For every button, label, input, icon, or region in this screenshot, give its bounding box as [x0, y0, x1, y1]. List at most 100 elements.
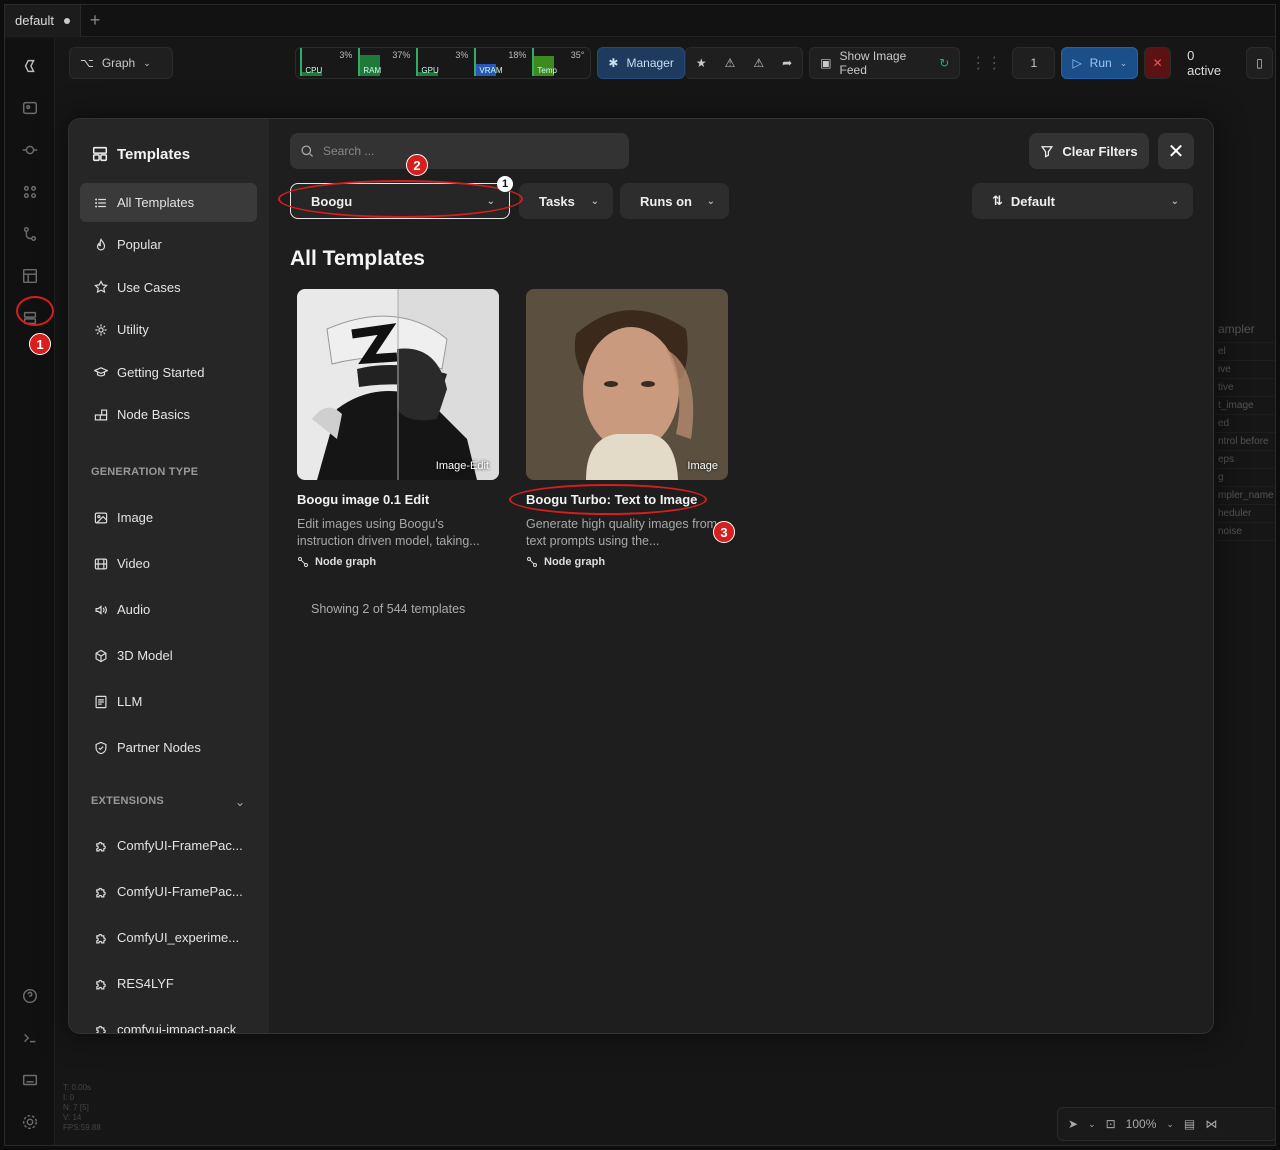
drag-handle-icon[interactable]: ⋮⋮ — [970, 53, 1002, 73]
image-feed-icon: ▣ — [820, 56, 832, 70]
new-tab-button[interactable]: + — [81, 5, 109, 37]
zoom-level[interactable]: 100% — [1126, 1117, 1157, 1131]
manager-label: Manager — [626, 56, 674, 70]
nav-item-audio[interactable]: Audio — [80, 590, 257, 629]
monitor-vram: 18% VRAM — [474, 48, 528, 76]
node-widget-label: heduler — [1210, 505, 1275, 523]
template-card[interactable]: Image-Edit Boogu image 0.1 Edit Edit ima… — [297, 289, 499, 568]
templates-modal: Templates All Templates Popular Use Cases U… — [68, 118, 1214, 1034]
extension-item[interactable]: RES4LYF — [80, 964, 257, 1003]
share-icon[interactable]: ➦ — [782, 56, 792, 70]
nav-label: LLM — [117, 694, 143, 709]
star-icon[interactable]: ★ — [696, 56, 707, 70]
link-visibility-icon[interactable]: ⋈ — [1205, 1117, 1217, 1131]
nav-item-getting-started[interactable]: Getting Started — [80, 353, 257, 392]
fit-view-icon[interactable]: ⊡ — [1106, 1117, 1116, 1131]
sort-select[interactable]: ⇅ Default ⌄ — [972, 183, 1193, 219]
category-badge: Image-Edit — [435, 460, 489, 472]
templates-sidebar: Templates All Templates Popular Use Cases U… — [69, 119, 269, 1033]
nav-item-3d-model[interactable]: 3D Model — [80, 636, 257, 675]
nav-item-llm[interactable]: LLM — [80, 682, 257, 721]
cancel-run-button[interactable]: ✕ — [1144, 47, 1172, 79]
nav-item-video[interactable]: Video — [80, 544, 257, 583]
monitor-percent: 3% — [339, 50, 353, 60]
puzzle-icon — [96, 1025, 106, 1033]
runs-on-filter-select[interactable]: Runs on ⌄ — [620, 183, 729, 219]
terminal-icon[interactable] — [5, 1023, 55, 1053]
templates-main: Search ... Clear Filters ✕ Boogu ⌄ Tasks… — [269, 119, 1213, 1033]
annotation-ellipse — [16, 296, 54, 326]
node-widget-label: t_image — [1210, 397, 1275, 415]
keyboard-icon[interactable] — [5, 1065, 55, 1095]
template-thumbnail[interactable]: Image — [526, 289, 728, 480]
settings-icon[interactable] — [5, 1107, 55, 1137]
filter-off-icon — [1041, 146, 1054, 158]
panel-toggle-icon[interactable]: ▯ — [1246, 47, 1273, 79]
models-icon[interactable] — [5, 135, 55, 165]
run-button[interactable]: ▷ Run ⌄ — [1061, 47, 1139, 79]
nodes-icon[interactable] — [5, 177, 55, 207]
chevron-down-icon[interactable]: ⌄ — [1166, 1119, 1174, 1130]
nav-item-popular[interactable]: Popular — [80, 225, 257, 264]
triangle-alt-icon[interactable]: ⚠ — [753, 56, 764, 70]
nav-label: All Templates — [117, 195, 195, 210]
chevron-down-icon[interactable]: ⌄ — [235, 795, 245, 809]
clear-filters-button[interactable]: Clear Filters — [1029, 133, 1149, 169]
extension-item[interactable]: comfyui-impact-pack — [80, 1010, 257, 1034]
pointer-icon[interactable]: ➤ — [1068, 1117, 1078, 1131]
workflows-icon[interactable] — [5, 219, 55, 249]
template-type-label: Node graph — [544, 556, 606, 568]
minimap-icon[interactable]: ▤ — [1184, 1117, 1195, 1131]
search-input[interactable]: Search ... — [290, 133, 629, 169]
layout-icon[interactable] — [5, 261, 55, 291]
monitor-percent: 37% — [392, 50, 411, 60]
annotation-marker: 3 — [713, 521, 735, 543]
tasks-filter-select[interactable]: Tasks ⌄ — [519, 183, 613, 219]
chevron-down-icon[interactable]: ⌄ — [1088, 1119, 1096, 1130]
node-graph-icon — [298, 557, 308, 567]
gear-icon — [95, 324, 107, 336]
extension-item[interactable]: ComfyUI-FramePac... — [80, 826, 257, 865]
images-icon[interactable] — [5, 93, 55, 123]
graph-selector[interactable]: ⌥ Graph ⌄ — [69, 47, 174, 79]
node-widget-label: ntrol before — [1210, 433, 1275, 451]
sort-value: Default — [1010, 193, 1055, 209]
tab-bar: default + — [5, 5, 1275, 37]
nav-item-utility[interactable]: Utility — [80, 310, 257, 349]
puzzle-icon — [96, 933, 106, 943]
templates-icon — [92, 146, 108, 162]
image-feed-button[interactable]: ▣ Show Image Feed ↻ — [809, 47, 961, 79]
extension-item[interactable]: ComfyUI-FramePac... — [80, 872, 257, 911]
help-icon[interactable] — [5, 981, 55, 1011]
node-widget-label: mpler_name — [1210, 487, 1275, 505]
nav-item-node-basics[interactable]: Node Basics — [80, 395, 257, 434]
generation-type-heading: GENERATION TYPE — [91, 466, 199, 478]
workflow-tab[interactable]: default — [5, 5, 82, 37]
nav-item-partner-nodes[interactable]: Partner Nodes — [80, 728, 257, 767]
template-thumbnail[interactable]: Image-Edit — [297, 289, 499, 480]
nav-item-all-templates[interactable]: All Templates — [80, 183, 257, 222]
stat-line: V: 14 — [63, 1113, 82, 1122]
queue-count-stepper[interactable]: 1 — [1012, 47, 1056, 79]
extension-item[interactable]: ComfyUI_experime... — [80, 918, 257, 957]
nav-label: RES4LYF — [117, 976, 174, 991]
clear-filters-label: Clear Filters — [1062, 143, 1138, 159]
triangle-icon[interactable]: ⚠ — [725, 56, 736, 70]
template-title[interactable]: Boogu image 0.1 Edit — [297, 492, 499, 507]
chevron-down-icon: ⌄ — [1170, 195, 1179, 207]
monitor-ram: 37% RAM — [358, 48, 412, 76]
close-icon[interactable]: ✕ — [1158, 133, 1194, 169]
template-description: Generate high quality images from text p… — [526, 517, 718, 548]
logo-icon[interactable] — [5, 51, 55, 81]
monitor-percent: 35° — [570, 50, 585, 60]
document-icon — [95, 695, 107, 708]
nav-item-use-cases[interactable]: Use Cases — [80, 268, 257, 307]
manager-button[interactable]: ✱ Manager — [597, 47, 685, 79]
nav-item-image[interactable]: Image — [80, 498, 257, 537]
extensions-heading: EXTENSIONS — [91, 795, 164, 807]
refresh-icon: ↻ — [939, 56, 950, 70]
nav-label: comfyui-impact-pack — [117, 1022, 237, 1034]
template-card[interactable]: Image Boogu Turbo: Text to Image Generat… — [526, 289, 728, 568]
annotation-ellipse — [278, 180, 523, 218]
node-widget-label: eps — [1210, 451, 1275, 469]
